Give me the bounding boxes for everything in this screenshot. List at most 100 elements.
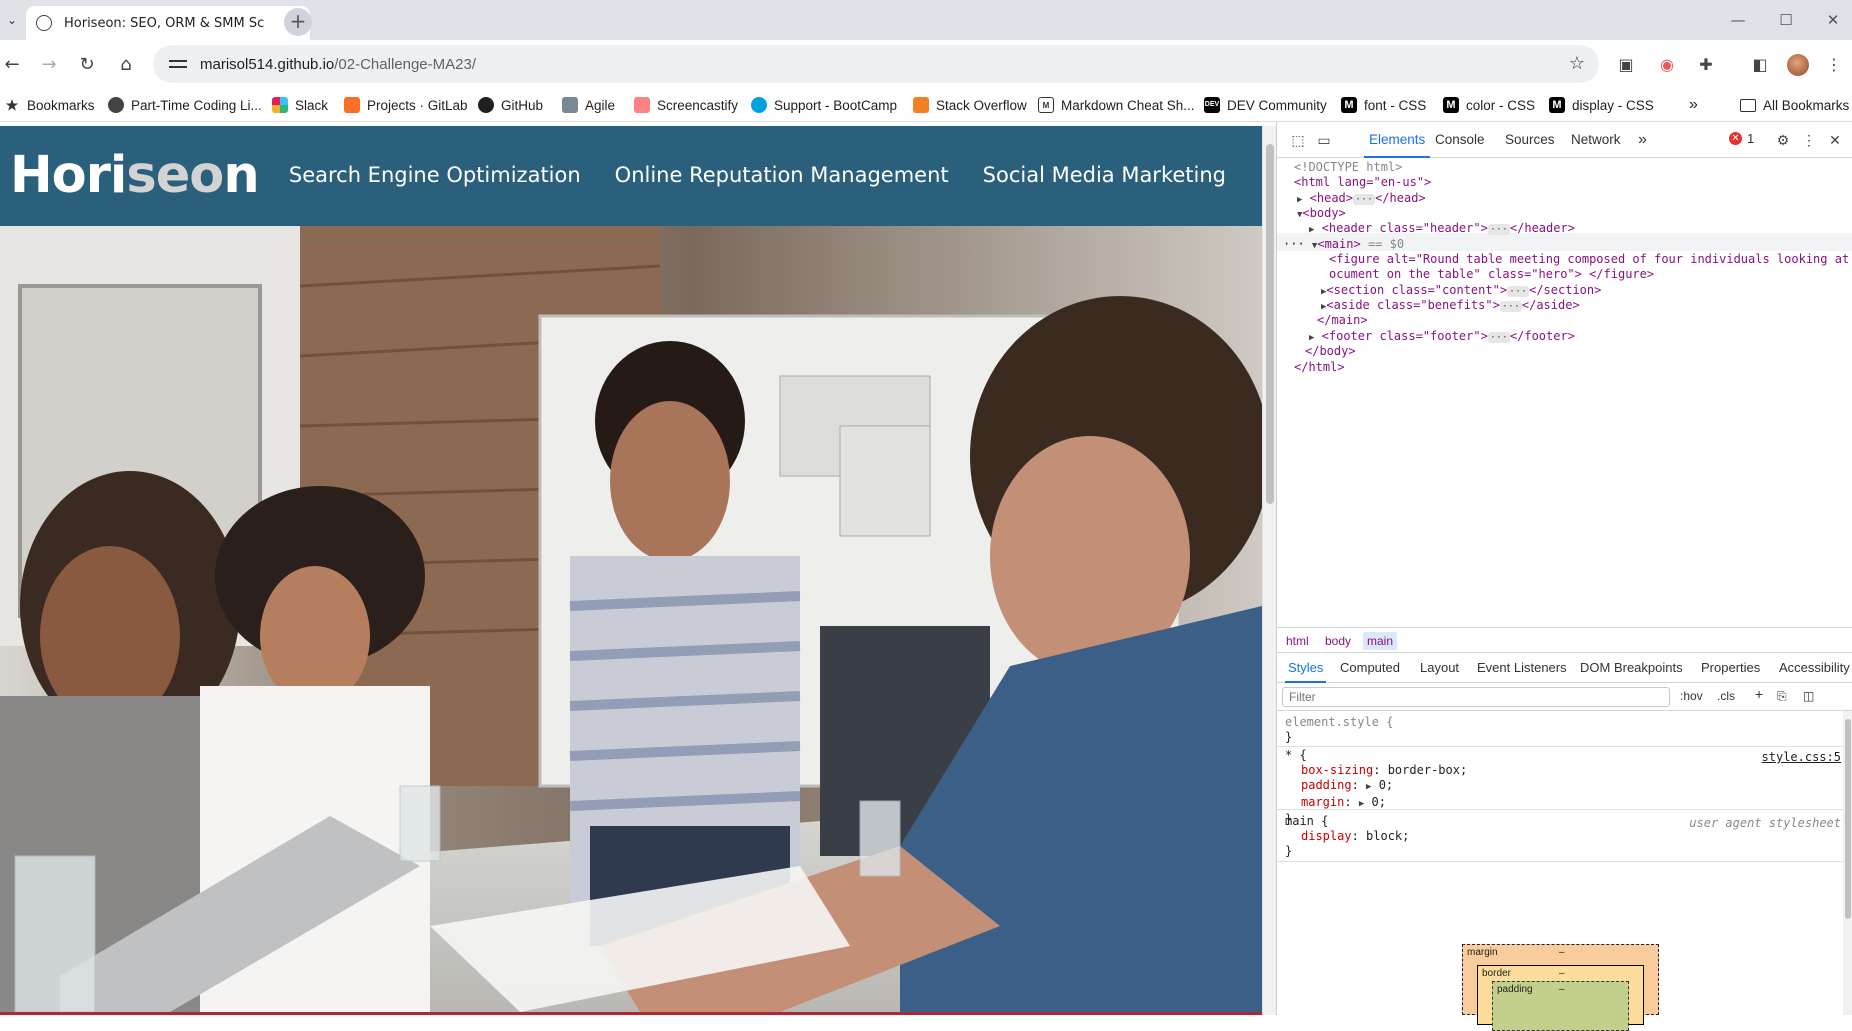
tab-accessibility[interactable]: Accessibility (1779, 653, 1850, 683)
side-panel-icon[interactable]: ◧ (1748, 53, 1772, 77)
globe-icon (108, 97, 124, 113)
rule-element-style[interactable]: element.style { } (1277, 715, 1843, 747)
tab-search-chevron-icon[interactable]: ⌄ (2, 10, 22, 30)
dom-line[interactable]: </html> (1294, 358, 1345, 376)
class-toggle[interactable]: .cls (1717, 689, 1735, 703)
tab-dom-breakpoints[interactable]: DOM Breakpoints (1580, 653, 1683, 683)
prop-value[interactable]: border-box; (1388, 763, 1467, 777)
collapsed-ellipsis[interactable]: ··· (1353, 194, 1376, 205)
tab-elements[interactable]: Elements (1364, 122, 1431, 158)
devtools-menu-icon[interactable]: ⋮ (1800, 131, 1818, 149)
collapsed-ellipsis[interactable]: ··· (1499, 301, 1522, 312)
bookmark-item[interactable]: Projects · GitLab (344, 88, 468, 122)
nav-link-smm[interactable]: Social Media Marketing (983, 163, 1226, 187)
bookmark-item[interactable]: Screencastify (634, 88, 738, 122)
box-model-margin-value[interactable]: – (1559, 947, 1565, 958)
bookmark-item[interactable]: DEV DEV Community (1204, 88, 1327, 122)
box-model-border-value[interactable]: – (1559, 968, 1565, 979)
styles-scrollbar[interactable] (1843, 711, 1852, 1015)
reload-icon[interactable]: ↻ (75, 53, 99, 77)
back-arrow-icon[interactable]: ← (0, 53, 24, 77)
breadcrumb-main[interactable]: main (1363, 632, 1398, 650)
bookmark-item[interactable]: M Markdown Cheat Sh... (1038, 88, 1195, 122)
screencastify-extension-icon[interactable]: ◉ (1655, 53, 1679, 77)
tab-properties[interactable]: Properties (1701, 653, 1760, 683)
settings-gear-icon[interactable]: ⚙ (1774, 131, 1792, 149)
new-tab-button[interactable]: + (284, 8, 312, 36)
more-tabs-button[interactable]: » (1638, 122, 1647, 158)
tab-event-listeners[interactable]: Event Listeners (1477, 653, 1567, 683)
address-bar[interactable]: marisol514.github.io/02-Challenge-MA23/ … (153, 45, 1599, 83)
prop-name[interactable]: padding (1301, 778, 1352, 792)
prop-name[interactable]: display (1301, 829, 1352, 843)
breadcrumb-html[interactable]: html (1282, 632, 1313, 650)
expand-triangle-icon[interactable]: ▶ (1309, 225, 1314, 235)
prop-value[interactable]: 0; (1379, 778, 1393, 792)
maximize-window-icon[interactable]: ☐ (1774, 8, 1798, 32)
expand-triangle-icon[interactable]: ▶ (1366, 782, 1371, 792)
page-scroll-thumb[interactable] (1266, 144, 1274, 504)
site-info-icon[interactable] (169, 57, 187, 71)
home-icon[interactable]: ⌂ (114, 53, 138, 77)
box-model-border[interactable]: border – padding – (1477, 965, 1644, 1031)
nav-link-seo[interactable]: Search Engine Optimization (289, 163, 581, 187)
tab-console[interactable]: Console (1435, 122, 1485, 158)
inspect-element-icon[interactable]: ⬚ (1289, 131, 1307, 149)
bookmark-item[interactable]: Mdisplay - CSS (1549, 88, 1654, 122)
bookmark-item[interactable]: GitHub (478, 88, 543, 122)
bookmark-item[interactable]: Mfont - CSS (1341, 88, 1426, 122)
bookmark-item[interactable]: Support - BootCamp (751, 88, 897, 122)
box-model-margin[interactable]: margin – border – padding – (1462, 944, 1659, 1031)
bookmark-item[interactable]: ★ Bookmarks (4, 88, 95, 122)
nav-link-orm[interactable]: Online Reputation Management (615, 163, 949, 187)
forward-arrow-icon[interactable]: → (37, 53, 61, 77)
extension-icon[interactable]: ▣ (1614, 53, 1638, 77)
collapsed-ellipsis[interactable]: ··· (1487, 332, 1510, 343)
tab-sources[interactable]: Sources (1505, 122, 1555, 158)
new-rule-plus-icon[interactable]: + (1755, 686, 1763, 702)
bookmark-item[interactable]: Mcolor - CSS (1443, 88, 1535, 122)
extensions-puzzle-icon[interactable]: ✚ (1694, 53, 1718, 77)
bookmark-item[interactable]: Stack Overflow (913, 88, 1027, 122)
box-model-padding[interactable]: padding – (1492, 981, 1629, 1031)
bookmark-item[interactable]: Slack (272, 88, 328, 122)
prop-value[interactable]: block; (1366, 829, 1409, 843)
source-link[interactable]: style.css:5 (1762, 750, 1841, 765)
node-actions-ellipsis[interactable]: ··· (1283, 237, 1305, 251)
styles-filter-input[interactable] (1282, 687, 1670, 707)
site-logo[interactable]: Horiseon (10, 146, 260, 205)
paint-brush-icon[interactable]: ⎘ (1777, 689, 1787, 704)
expand-triangle-icon[interactable]: ▶ (1359, 799, 1364, 809)
tab-computed[interactable]: Computed (1340, 653, 1400, 683)
tab-layout[interactable]: Layout (1420, 653, 1459, 683)
bookmark-item[interactable]: Part-Time Coding Li... (108, 88, 262, 122)
hover-state-toggle[interactable]: :hov (1680, 689, 1703, 703)
bookmark-item[interactable]: Agile (562, 88, 615, 122)
bookmark-label: Screencastify (657, 97, 739, 113)
prop-value[interactable]: 0; (1371, 795, 1385, 809)
rule-universal[interactable]: * { style.css:5 box-sizing: border-box; … (1277, 748, 1843, 826)
breadcrumb-body[interactable]: body (1321, 632, 1355, 650)
tab-network[interactable]: Network (1571, 122, 1621, 158)
collapsed-ellipsis[interactable]: ··· (1487, 224, 1510, 235)
rule-main[interactable]: main { user agent stylesheet display: bl… (1277, 814, 1843, 862)
all-bookmarks-button[interactable]: All Bookmarks (1740, 88, 1849, 122)
prop-name[interactable]: margin (1301, 795, 1344, 809)
bookmarks-overflow-button[interactable]: » (1689, 88, 1698, 122)
page-scrollbar[interactable] (1262, 126, 1276, 1015)
browser-tab[interactable]: Horiseon: SEO, ORM & SMM Sc ✕ (26, 6, 310, 40)
device-toolbar-icon[interactable]: ▭ (1315, 131, 1333, 149)
styles-scroll-thumb[interactable] (1845, 719, 1851, 919)
toggle-sidebar-icon[interactable]: ◫ (1803, 689, 1814, 703)
star-icon: ★ (5, 97, 19, 113)
close-devtools-icon[interactable]: ✕ (1826, 131, 1844, 149)
minimize-window-icon[interactable]: — (1726, 8, 1750, 32)
tab-styles[interactable]: Styles (1285, 653, 1327, 683)
profile-avatar[interactable] (1787, 54, 1809, 76)
error-counter[interactable]: ✕ 1 (1729, 131, 1754, 146)
prop-name[interactable]: box-sizing (1301, 763, 1373, 777)
close-window-icon[interactable]: ✕ (1821, 8, 1845, 32)
bookmark-star-icon[interactable]: ☆ (1569, 53, 1585, 74)
more-menu-icon[interactable]: ⋮ (1822, 53, 1846, 77)
box-model-padding-value[interactable]: – (1559, 984, 1565, 995)
